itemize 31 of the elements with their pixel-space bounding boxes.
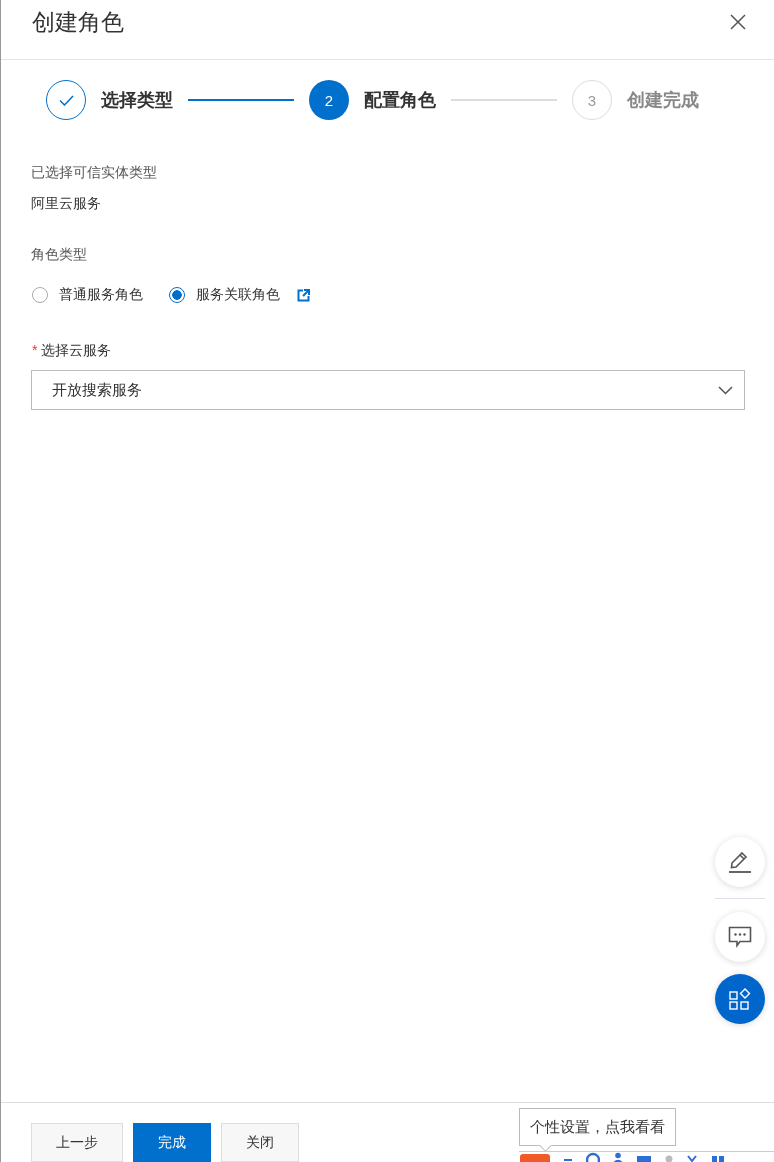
dialog-title: 创建角色 bbox=[32, 7, 124, 37]
tooltip: 个性设置，点我看看 bbox=[519, 1108, 676, 1150]
apps-icon bbox=[729, 988, 751, 1010]
radio-label[interactable]: 服务关联角色 bbox=[196, 286, 280, 304]
step-number: 2 bbox=[309, 80, 349, 120]
step-label: 选择类型 bbox=[101, 89, 173, 112]
field-label: 选择云服务 bbox=[41, 341, 112, 360]
chevron-down-icon bbox=[718, 385, 733, 395]
close-icon bbox=[730, 13, 746, 30]
step-label: 创建完成 bbox=[627, 89, 699, 112]
close-button[interactable] bbox=[730, 13, 746, 30]
footer-button[interactable]: 关闭 bbox=[221, 1123, 299, 1162]
footer-button[interactable]: 完成 bbox=[133, 1123, 211, 1162]
pencil-icon bbox=[728, 851, 752, 873]
radio-label[interactable]: 普通服务角色 bbox=[59, 286, 143, 304]
chat-icon bbox=[728, 926, 752, 948]
person-icon[interactable] bbox=[613, 1152, 623, 1162]
edit-button[interactable] bbox=[715, 837, 765, 887]
field-value: 阿里云服务 bbox=[31, 194, 102, 213]
field-label: 已选择可信实体类型 bbox=[31, 163, 158, 182]
step-label: 配置角色 bbox=[364, 89, 436, 112]
external-link-icon[interactable] bbox=[297, 288, 310, 302]
ring-icon[interactable] bbox=[586, 1152, 600, 1162]
radio-button[interactable] bbox=[169, 287, 185, 303]
chat-button[interactable] bbox=[715, 912, 765, 962]
service-select[interactable]: 开放搜索服务 bbox=[31, 370, 745, 410]
check-icon bbox=[58, 94, 74, 106]
apps-button[interactable] bbox=[715, 974, 765, 1024]
required-mark: * bbox=[32, 341, 38, 360]
footer-button[interactable]: 上一步 bbox=[31, 1123, 123, 1162]
field-label: 角色类型 bbox=[31, 245, 88, 264]
